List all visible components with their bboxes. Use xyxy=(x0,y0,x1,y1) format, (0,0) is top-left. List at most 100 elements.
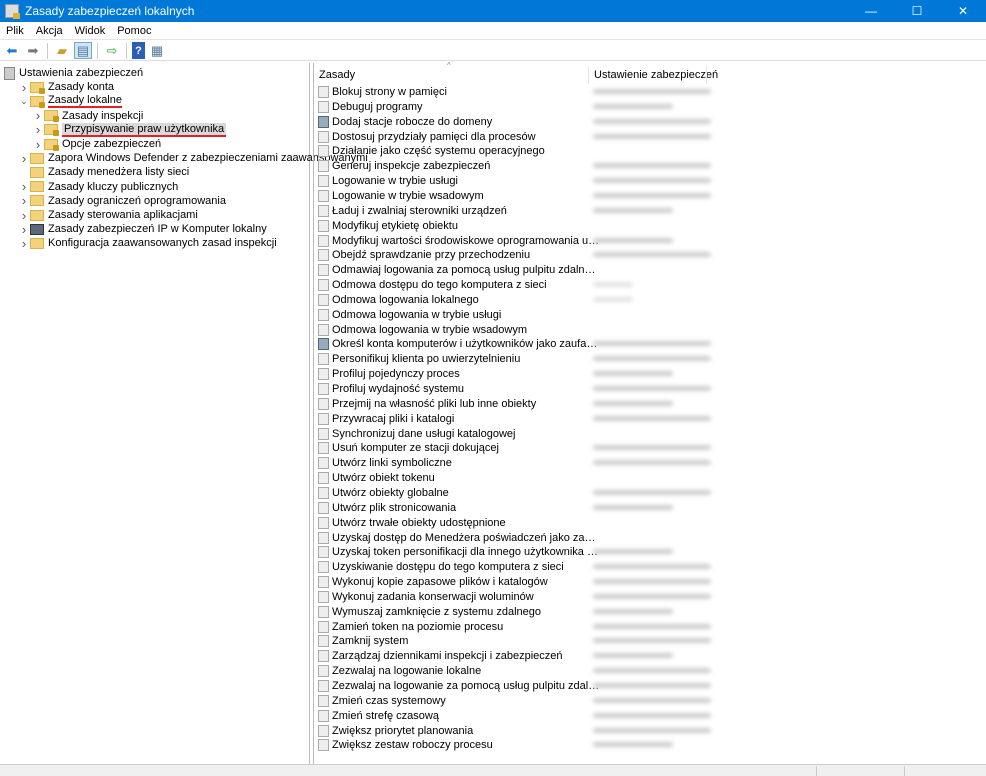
policy-row[interactable]: Obejdź sprawdzanie przy przechodzeniu xyxy=(318,248,983,262)
maximize-button[interactable]: ☐ xyxy=(894,0,940,22)
help-icon[interactable]: ? xyxy=(132,42,145,59)
chevron-right-icon[interactable]: › xyxy=(32,122,44,137)
policy-row[interactable]: Zmień strefę czasową xyxy=(318,709,983,723)
policy-name: Zwiększ priorytet planowania xyxy=(332,724,474,737)
forward-icon[interactable]: ➡ xyxy=(24,42,42,59)
policy-row[interactable]: Odmowa logowania lokalnego xyxy=(318,293,983,307)
tree-item-label: Ustawienia zabezpieczeń xyxy=(19,67,144,79)
menu-widok[interactable]: Widok xyxy=(69,25,112,37)
tree-item[interactable]: › Zasady kluczy publicznych xyxy=(18,179,178,194)
policy-row[interactable]: Wykonuj kopie zapasowe plików i katalogó… xyxy=(318,575,983,589)
policy-row[interactable]: Przejmij na własność pliki lub inne obie… xyxy=(318,397,983,411)
tree-item[interactable]: › Opcje zabezpieczeń xyxy=(32,137,161,152)
chevron-right-icon[interactable]: › xyxy=(18,193,30,208)
policy-row[interactable]: Personifikuj klienta po uwierzytelnieniu xyxy=(318,352,983,366)
policy-row[interactable]: Zamień token na poziomie procesu xyxy=(318,620,983,634)
policy-row[interactable]: Działanie jako część systemu operacyjneg… xyxy=(318,144,983,158)
column-divider[interactable] xyxy=(706,66,707,84)
policy-row[interactable]: Usuń komputer ze stacji dokującej xyxy=(318,441,983,455)
policy-row[interactable]: Utwórz plik stronicowania xyxy=(318,501,983,515)
policy-row[interactable]: Odmowa dostępu do tego komputera z sieci xyxy=(318,278,983,292)
policy-row[interactable]: Wykonuj zadania konserwacji woluminów xyxy=(318,590,983,604)
tree-item[interactable]: › Zasady zabezpieczeń IP w Komputer lokal… xyxy=(18,222,267,237)
policy-row[interactable]: Zmień czas systemowy xyxy=(318,694,983,708)
show-hide-tree-icon[interactable]: ▤ xyxy=(74,42,92,59)
policy-icon xyxy=(318,546,329,559)
chevron-right-icon[interactable]: › xyxy=(18,151,30,166)
tree-item[interactable]: › Zasady ograniczeń oprogramowania xyxy=(18,193,226,208)
redacted-setting xyxy=(593,341,711,347)
policy-row[interactable]: Utwórz linki symboliczne xyxy=(318,456,983,470)
up-folder-icon[interactable]: ▰ xyxy=(53,42,71,59)
minimize-button[interactable]: — xyxy=(848,0,894,22)
redacted-setting xyxy=(593,252,711,258)
policy-row[interactable]: Profiluj pojedynczy proces xyxy=(318,367,983,381)
policy-row[interactable]: Uzyskiwanie dostępu do tego komputera z … xyxy=(318,560,983,574)
policy-name: Wykonuj kopie zapasowe plików i katalogó… xyxy=(332,576,548,589)
policy-row[interactable]: Ładuj i zwalniaj sterowniki urządzeń xyxy=(318,204,983,218)
policy-row[interactable]: Dostosuj przydziały pamięci dla procesów xyxy=(318,130,983,144)
column-divider[interactable] xyxy=(588,66,589,84)
policy-row[interactable]: Dodaj stacje robocze do domeny xyxy=(318,115,983,129)
policy-row[interactable]: Przywracaj pliki i katalogi xyxy=(318,412,983,426)
menu-pomoc[interactable]: Pomoc xyxy=(111,25,157,37)
policy-row[interactable]: Utwórz trwałe obiekty udostępnione xyxy=(318,516,983,530)
close-button[interactable]: ✕ xyxy=(940,0,986,22)
policy-row[interactable]: Modyfikuj etykietę obiektu xyxy=(318,219,983,233)
policy-row[interactable]: Utwórz obiekty globalne xyxy=(318,486,983,500)
policy-row[interactable]: Odmowa logowania w trybie wsadowym xyxy=(318,323,983,337)
chevron-right-icon[interactable]: › xyxy=(32,137,44,152)
chevron-right-icon[interactable]: › xyxy=(18,80,30,95)
policy-row[interactable]: Zezwalaj na logowanie za pomocą usług pu… xyxy=(318,679,983,693)
policy-icon xyxy=(318,175,329,188)
tree-item-label: Zasady ograniczeń oprogramowania xyxy=(48,194,226,207)
policy-row[interactable]: Zwiększ priorytet planowania xyxy=(318,724,983,738)
export-list-icon[interactable]: ⇨ xyxy=(103,42,121,59)
policy-icon xyxy=(318,635,329,648)
tree-item[interactable]: › Zasady sterowania aplikacjami xyxy=(18,208,198,223)
locked-folder-icon xyxy=(44,110,59,123)
policy-row[interactable]: Określ konta komputerów i użytkowników j… xyxy=(318,337,983,351)
policy-row[interactable]: Modyfikuj wartości środowiskowe oprogram… xyxy=(318,234,983,248)
tree-item[interactable]: › Zasady konta xyxy=(18,80,114,95)
policy-name: Usuń komputer ze stacji dokującej xyxy=(332,442,499,455)
chevron-right-icon[interactable]: › xyxy=(32,108,44,123)
policy-row[interactable]: Utwórz obiekt tokenu xyxy=(318,471,983,485)
policy-row[interactable]: Zarządzaj dziennikami inspekcji i zabezp… xyxy=(318,649,983,663)
policy-row[interactable]: Blokuj strony w pamięci xyxy=(318,85,983,99)
policy-row[interactable]: Uzyskaj dostęp do Menedżera poświadczeń … xyxy=(318,531,983,545)
tree-item[interactable]: › Zasady inspekcji xyxy=(32,108,144,123)
policy-row[interactable]: Generuj inspekcje zabezpieczeń xyxy=(318,159,983,173)
menu-plik[interactable]: Plik xyxy=(0,25,30,37)
policy-row[interactable]: Debuguj programy xyxy=(318,100,983,114)
policy-row[interactable]: Profiluj wydajność systemu xyxy=(318,382,983,396)
policy-row[interactable]: Odmowa logowania w trybie usługi xyxy=(318,308,983,322)
policy-row[interactable]: Zamknij system xyxy=(318,634,983,648)
policy-row[interactable]: Odmawiaj logowania za pomocą usług pulpi… xyxy=(318,263,983,277)
chevron-down-icon[interactable]: ⌄ xyxy=(18,96,30,107)
chevron-right-icon[interactable]: › xyxy=(18,179,30,194)
policy-row[interactable]: Synchronizuj dane usługi katalogowej xyxy=(318,427,983,441)
menu-akcja[interactable]: Akcja xyxy=(30,25,69,37)
column-header-setting[interactable]: Ustawienie zabezpieczeń xyxy=(594,69,718,81)
chevron-right-icon[interactable]: › xyxy=(18,236,30,251)
tree-item[interactable]: ⌄ Zasady lokalne xyxy=(18,94,122,109)
policy-row[interactable]: Uzyskaj token personifikacji dla innego … xyxy=(318,545,983,559)
tree-item[interactable]: Ustawienia zabezpieczeń xyxy=(4,66,143,80)
policy-row[interactable]: Zezwalaj na logowanie lokalne xyxy=(318,664,983,678)
policy-icon xyxy=(318,680,329,692)
policy-row[interactable]: Logowanie w trybie usługi xyxy=(318,174,983,188)
policy-row[interactable]: Wymuszaj zamknięcie z systemu zdalnego xyxy=(318,605,983,619)
chevron-right-icon[interactable]: › xyxy=(18,208,30,223)
policy-row[interactable]: Zwiększ zestaw roboczy procesu xyxy=(318,738,983,752)
tree-item[interactable]: › Przypisywanie praw użytkownika xyxy=(32,122,227,137)
redacted-setting xyxy=(593,742,673,748)
properties-icon[interactable]: ▦ xyxy=(148,42,166,59)
policy-row[interactable]: Logowanie w trybie wsadowym xyxy=(318,189,983,203)
column-header-policy[interactable]: Zasady xyxy=(319,69,355,81)
policy-icon xyxy=(318,605,329,618)
tree-item[interactable]: Zasady menedżera listy sieci xyxy=(18,165,189,179)
chevron-right-icon[interactable]: › xyxy=(18,222,30,237)
tree-item[interactable]: › Konfiguracja zaawansowanych zasad inspe… xyxy=(18,236,277,251)
back-icon[interactable]: ⬅ xyxy=(3,42,21,59)
